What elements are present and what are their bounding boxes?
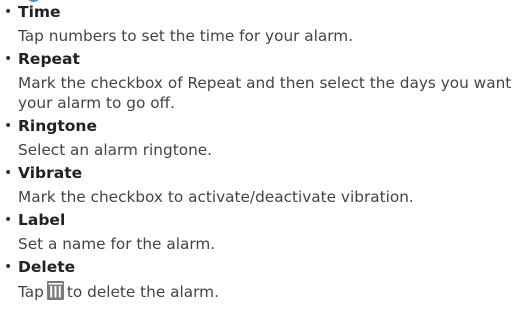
alarm-settings-list: • Time Tap numbers to set the time for y… [0, 2, 522, 308]
item-description: Set a name for the alarm. [18, 235, 216, 253]
bullet: • [4, 259, 13, 275]
item-description: Tap numbers to set the time for your ala… [18, 27, 354, 45]
item-heading: Label [18, 211, 66, 229]
desc-text-before: Tap [18, 283, 44, 301]
list-item-repeat: • Repeat Mark the checkbox of Repeat and… [0, 49, 522, 113]
trash-icon [46, 281, 64, 305]
bullet: • [4, 4, 13, 20]
item-description: Mark the checkbox to activate/deactivate… [18, 188, 414, 206]
item-heading: Ringtone [18, 117, 97, 135]
item-description: Tap to delete the alarm. [18, 279, 522, 305]
item-heading: Repeat [18, 50, 80, 68]
bullet: • [4, 165, 13, 181]
list-item-delete: • Delete Tap to delete the alarm. [0, 257, 522, 305]
bullet: • [4, 118, 13, 134]
list-item-ringtone: • Ringtone Select an alarm ringtone. [0, 116, 522, 160]
item-description: Select an alarm ringtone. [18, 141, 213, 159]
item-heading: Delete [18, 258, 76, 276]
list-item-vibrate: • Vibrate Mark the checkbox to activate/… [0, 163, 522, 207]
bullet: • [4, 212, 13, 228]
item-heading: Time [18, 3, 61, 21]
list-item-time: • Time Tap numbers to set the time for y… [0, 2, 522, 46]
list-item-label: • Label Set a name for the alarm. [0, 210, 522, 254]
item-heading: Vibrate [18, 164, 83, 182]
desc-text-after: to delete the alarm. [66, 283, 219, 301]
item-description: Mark the checkbox of Repeat and then sel… [18, 74, 512, 112]
bullet: • [4, 51, 13, 67]
